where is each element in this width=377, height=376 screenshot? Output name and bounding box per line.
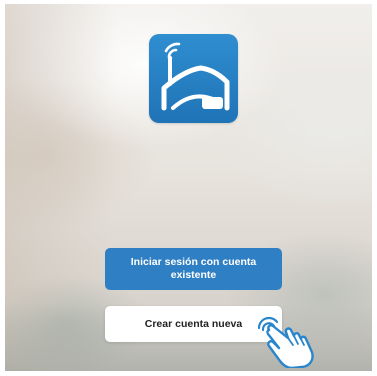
background-photo: Iniciar sesión con cuenta existente Crea… [5, 4, 372, 371]
house-wifi-icon [161, 42, 230, 111]
tap-hand-icon [257, 316, 314, 368]
app-logo [149, 34, 238, 123]
login-existing-account-button[interactable]: Iniciar sesión con cuenta existente [105, 248, 282, 290]
login-button-label: Iniciar sesión con cuenta existente [130, 256, 257, 281]
create-button-label: Crear cuenta nueva [144, 317, 243, 330]
